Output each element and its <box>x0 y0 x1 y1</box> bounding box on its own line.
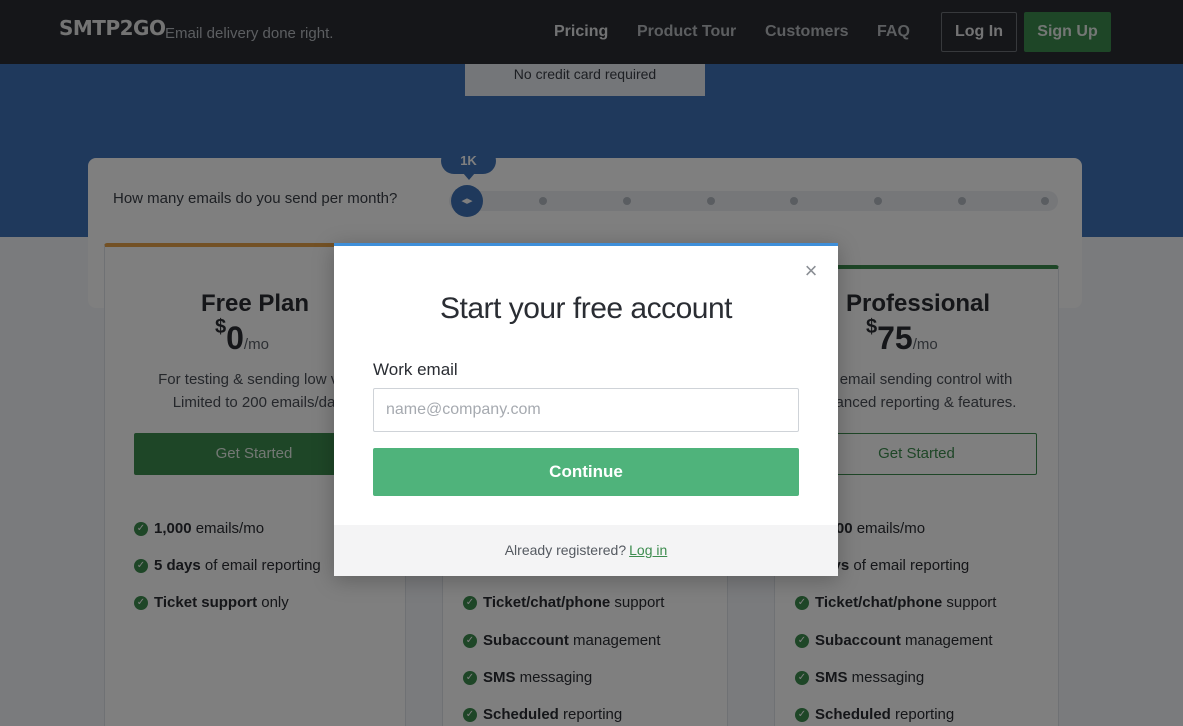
signup-modal: × Start your free account Work email Con… <box>334 243 838 576</box>
modal-footer: Already registered? Log in <box>334 525 838 576</box>
continue-button[interactable]: Continue <box>373 448 799 496</box>
login-link[interactable]: Log in <box>629 542 667 558</box>
already-registered-text: Already registered? <box>504 542 627 558</box>
modal-title: Start your free account <box>440 292 733 325</box>
email-field[interactable] <box>373 388 799 432</box>
email-label: Work email <box>373 360 458 379</box>
close-icon[interactable]: × <box>800 260 822 282</box>
